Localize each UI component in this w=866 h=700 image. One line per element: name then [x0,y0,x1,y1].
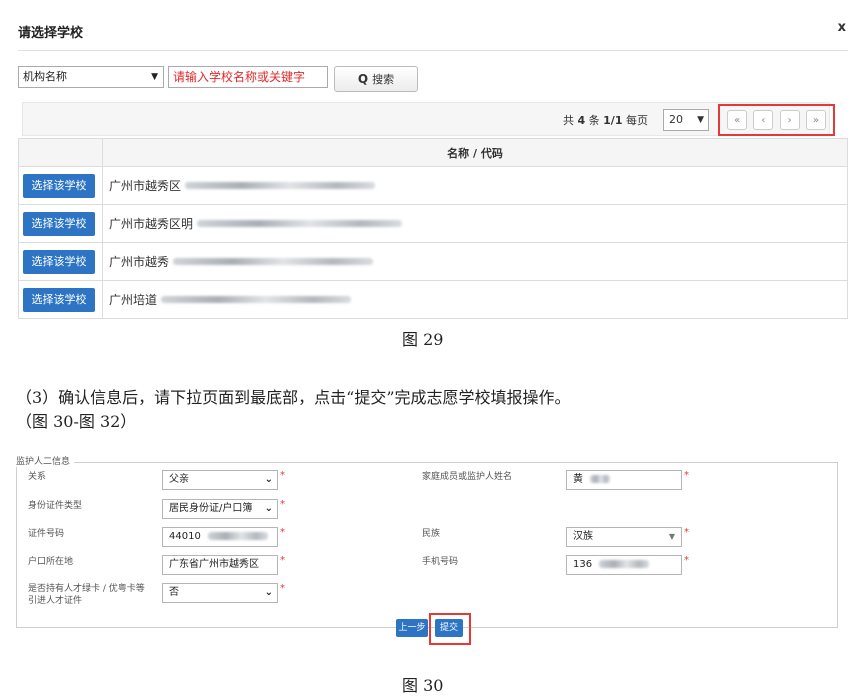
ethnicity-select[interactable]: 汉族 ▼ [566,527,682,547]
required-mark: * [684,555,689,566]
total-prefix: 共 [563,114,574,127]
relation-value: 父亲 [169,474,189,485]
per-page-label: 每页 [625,114,648,127]
total-count: 4 [577,114,586,127]
table-row: 选择该学校 广州市越秀区明 [18,204,848,243]
talent-card-select[interactable]: 否 ⌄ [162,583,278,603]
submit-highlight: 提交 [429,613,471,645]
first-page-icon[interactable]: « [727,110,748,130]
required-mark: * [280,555,285,566]
instruction-figure-ref: （图 30-图 32） [16,412,137,431]
filter-field-select[interactable]: 机构名称 ▼ [18,66,164,88]
search-icon: Q [357,72,369,86]
pagination-bar: 共 4 条 1/1 每页 20 ▼ « ‹ › » [22,102,835,136]
ethnicity-value: 汉族 [573,531,593,542]
instruction-text: （3）确认信息后，请下拉页面到最底部，点击“提交”完成志愿学校填报操作。 [16,388,571,407]
table-header-row: 名称 / 代码 [18,138,848,167]
talent-card-value: 否 [169,587,179,598]
chevron-down-icon: ⌄ [264,503,273,514]
redacted-id [208,532,268,540]
submit-button[interactable]: 提交 [435,619,463,637]
id-type-select[interactable]: 居民身份证/户口簿 ⌄ [162,499,278,519]
close-icon[interactable]: x [838,20,846,35]
school-name: 广州市越秀 [109,255,170,269]
page-size-select[interactable]: 20 ▼ [663,109,709,131]
guardian-name-value: 黄 [573,474,583,485]
required-mark: * [684,527,689,538]
last-page-icon[interactable]: » [805,110,826,130]
redacted-name [590,475,611,483]
id-number-value: 44010 [169,531,201,542]
dialog-title: 请选择学校 [18,26,84,41]
school-name: 广州市越秀区 [109,179,182,193]
prev-page-icon[interactable]: ‹ [753,110,774,130]
relation-label: 关系 [28,472,47,482]
id-type-value: 居民身份证/户口簿 [169,503,253,514]
talent-label-line2: 引进人才证件 [28,596,83,606]
pagination-summary: 共 4 条 1/1 每页 [563,112,648,128]
search-button[interactable]: Q 搜索 [334,66,418,92]
relation-select[interactable]: 父亲 ⌄ [162,470,278,490]
guardian-name-label: 家庭成员或监护人姓名 [422,472,513,482]
id-type-label: 身份证件类型 [28,501,83,511]
table-row: 选择该学校 广州市越秀 [18,242,848,281]
select-school-button[interactable]: 选择该学校 [23,173,95,198]
search-button-label: 搜索 [372,73,395,86]
dialog-divider [18,50,848,51]
dropdown-caret-icon: ▼ [697,115,704,125]
required-mark: * [280,499,285,510]
hukou-input[interactable]: 广东省广州市越秀区 [162,555,278,575]
form-legend: 监护人二信息 [16,454,75,467]
guardian-two-form: 监护人二信息 关系 父亲 ⌄ * 身份证件类型 居民身份证/户口簿 ⌄ * 证件… [16,450,842,650]
required-mark: * [280,470,285,481]
phone-label: 手机号码 [422,557,459,567]
ethnicity-label: 民族 [422,529,441,539]
chevron-down-icon: ⌄ [264,587,273,598]
phone-input[interactable]: 136 [566,555,682,575]
id-number-label: 证件号码 [28,529,65,539]
school-name: 广州培道 [109,293,158,307]
select-school-button[interactable]: 选择该学校 [23,249,95,274]
table-header-action [18,138,103,167]
talent-label-line1: 是否持有人才绿卡 / 优粤卡等 [28,584,145,594]
required-mark: * [684,470,689,481]
school-name: 广州市越秀区明 [109,217,194,231]
required-mark: * [280,583,285,594]
hukou-label: 户口所在地 [28,557,74,567]
select-school-button[interactable]: 选择该学校 [23,287,95,312]
dropdown-caret-icon: ▼ [151,72,158,82]
previous-step-button[interactable]: 上一步 [396,619,428,637]
redacted-code [161,296,352,303]
figure-caption-30: 图 30 [402,676,444,695]
table-row: 选择该学校 广州培道 [18,280,848,319]
select-school-button[interactable]: 选择该学校 [23,211,95,236]
phone-value: 136 [573,559,593,570]
total-suffix: 条 [588,114,600,127]
chevron-down-icon: ⌄ [264,474,273,485]
figure-caption-29: 图 29 [402,330,444,349]
select-school-dialog: 请选择学校 x 机构名称 ▼ 请输入学校名称或关键字 Q 搜索 共 4 条 1/1… [18,10,848,319]
school-table: 名称 / 代码 选择该学校 广州市越秀区 选择该学校 广州市越秀区明 选择该学校… [18,138,848,319]
dropdown-caret-icon: ▼ [668,532,675,541]
guardian-name-input[interactable]: 黄 [566,470,682,490]
table-row: 选择该学校 广州市越秀区 [18,166,848,205]
filter-field-value: 机构名称 [23,70,67,83]
id-number-input[interactable]: 44010 [162,527,278,547]
required-mark: * [280,527,285,538]
search-input[interactable]: 请输入学校名称或关键字 [168,66,328,88]
table-header-name: 名称 / 代码 [102,138,848,167]
next-page-icon[interactable]: › [779,110,800,130]
redacted-code [173,258,374,265]
page-indicator: 1/1 [603,114,623,127]
redacted-code [197,220,403,227]
pagination-nav-group: « ‹ › » [718,104,835,136]
talent-card-label: 是否持有人才绿卡 / 优粤卡等 引进人才证件 [28,583,145,607]
redacted-phone [599,560,650,568]
redacted-code [185,182,376,189]
page-size-value: 20 [669,113,683,126]
